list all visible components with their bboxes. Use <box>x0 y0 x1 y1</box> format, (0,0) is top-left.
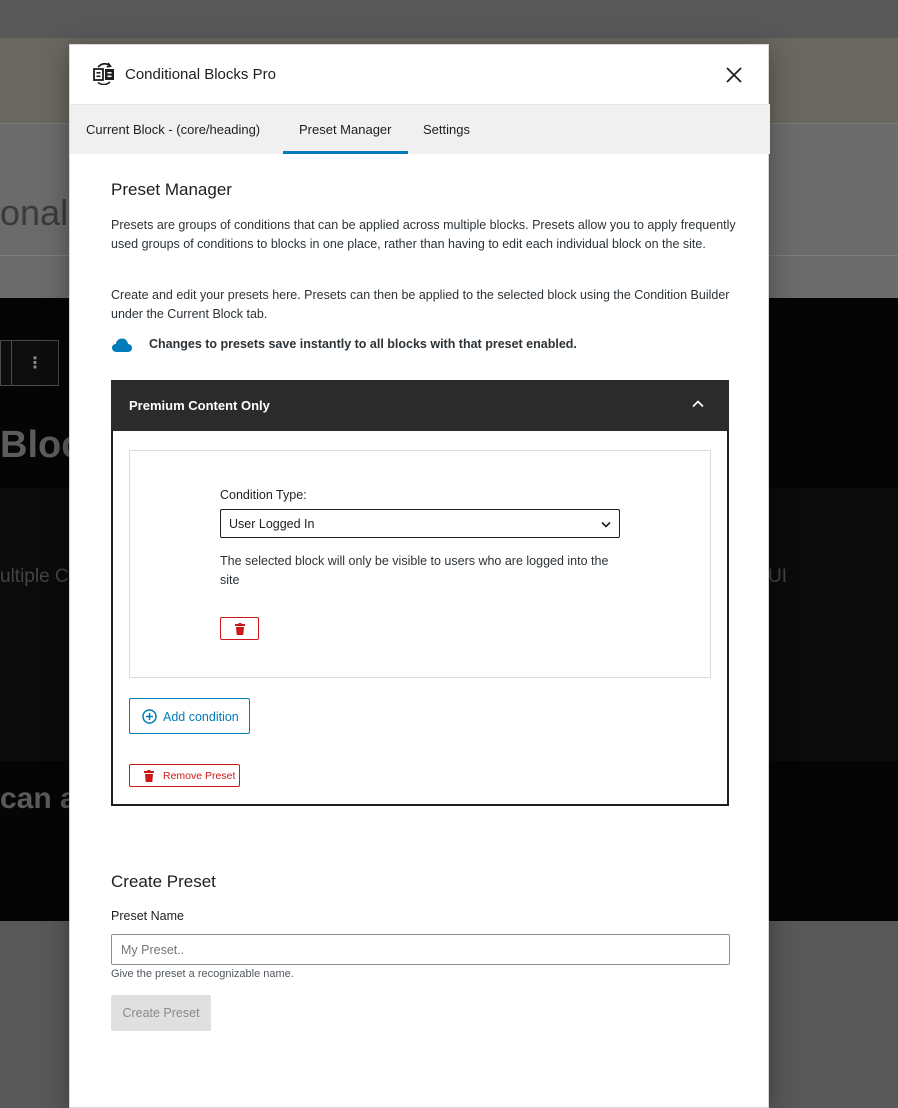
modal-header: Conditional Blocks Pro <box>70 45 770 105</box>
condition-card: Condition Type: User Logged In The selec… <box>129 450 711 678</box>
close-icon <box>726 67 742 83</box>
preset-panel-header[interactable]: Premium Content Only <box>111 380 729 431</box>
conditional-blocks-logo-icon <box>93 62 114 85</box>
preset-name-label: Preset Name <box>111 909 184 923</box>
cloud-icon <box>112 338 132 352</box>
save-notice: Changes to presets save instantly to all… <box>111 335 731 357</box>
conditional-blocks-modal: Conditional Blocks Pro Current Block - (… <box>69 44 770 1108</box>
more-options-icon: ⋮ <box>27 355 43 372</box>
modal-tabs: Current Block - (core/heading) Preset Ma… <box>70 105 770 154</box>
add-condition-button[interactable]: Add condition <box>129 698 250 734</box>
preset-manager-intro: Presets are groups of conditions that ca… <box>111 218 736 251</box>
preset-title: Premium Content Only <box>129 398 270 413</box>
preset-manager-heading: Preset Manager <box>111 180 232 199</box>
create-preset-button[interactable]: Create Preset <box>111 995 211 1031</box>
close-button[interactable] <box>721 62 747 88</box>
remove-preset-label: Remove Preset <box>163 770 236 782</box>
tab-preset-manager[interactable]: Preset Manager <box>283 105 408 154</box>
tab-current-block[interactable]: Current Block - (core/heading) <box>70 105 276 154</box>
save-notice-text: Changes to presets save instantly to all… <box>149 337 577 351</box>
delete-condition-button[interactable] <box>220 617 259 640</box>
add-condition-label: Add condition <box>163 710 239 724</box>
condition-type-value: User Logged In <box>229 517 315 531</box>
condition-description: The selected block will only be visible … <box>220 554 609 587</box>
remove-preset-button[interactable]: Remove Preset <box>129 764 240 787</box>
preset-name-input[interactable] <box>111 934 730 965</box>
editor-page-title: onal <box>0 192 69 233</box>
editor-paragraph-text: ultiple C <box>0 566 69 587</box>
preset-panel: Premium Content Only Condition Type: Use… <box>111 380 729 806</box>
chevron-down-icon <box>601 521 611 528</box>
tab-settings[interactable]: Settings <box>407 105 486 154</box>
condition-type-label: Condition Type: <box>220 488 307 502</box>
trash-icon <box>144 770 154 782</box>
modal-title: Conditional Blocks Pro <box>125 66 276 83</box>
preset-name-help: Give the preset a recognizable name. <box>111 968 294 980</box>
trash-icon <box>235 623 245 635</box>
chevron-up-icon[interactable] <box>691 399 705 409</box>
admin-bar-background <box>0 0 898 38</box>
plus-circle-icon <box>142 709 157 724</box>
block-toolbar: ⋮ <box>0 340 59 386</box>
preset-manager-instructions: Create and edit your presets here. Prese… <box>111 288 730 321</box>
editor-paragraph-end: UI <box>768 566 787 587</box>
create-preset-heading: Create Preset <box>111 872 216 891</box>
condition-type-select[interactable]: User Logged In <box>220 509 620 538</box>
